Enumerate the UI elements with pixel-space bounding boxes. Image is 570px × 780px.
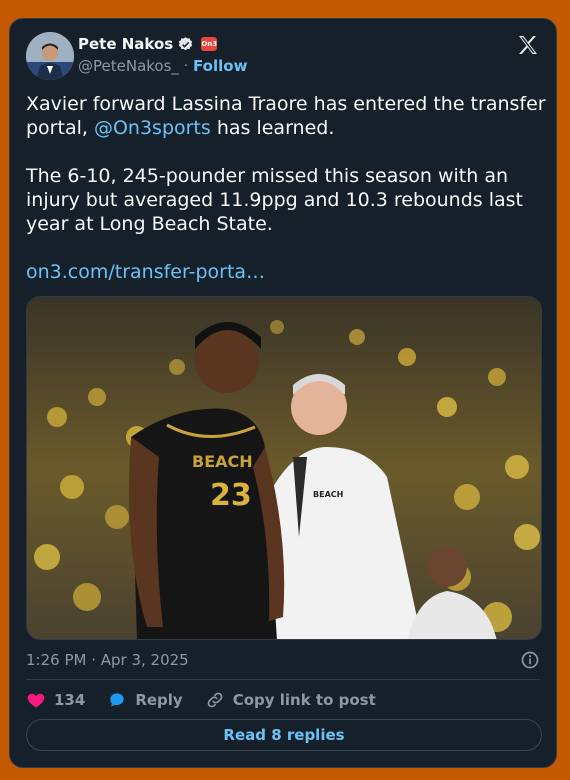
read-replies-button[interactable]: Read 8 replies bbox=[26, 719, 542, 751]
author-handle[interactable]: @PeteNakos_ bbox=[78, 57, 179, 75]
info-icon[interactable] bbox=[520, 650, 540, 670]
coach-shirt-text: BEACH bbox=[313, 490, 343, 499]
affiliation-badge[interactable]: On3 bbox=[201, 37, 218, 51]
read-replies-label: Read 8 replies bbox=[223, 726, 345, 744]
avatar[interactable] bbox=[26, 32, 74, 80]
reply-button[interactable]: Reply bbox=[107, 690, 183, 710]
like-count: 134 bbox=[54, 691, 86, 709]
copy-link-label: Copy link to post bbox=[232, 691, 376, 709]
reply-bubble-icon bbox=[110, 693, 124, 707]
like-button[interactable]: 134 bbox=[26, 690, 85, 710]
follow-button[interactable]: Follow bbox=[193, 57, 247, 75]
divider bbox=[26, 679, 540, 680]
article-link[interactable]: on3.com/transfer-porta… bbox=[26, 261, 265, 283]
verified-icon bbox=[178, 36, 193, 50]
separator-dot: · bbox=[183, 58, 189, 74]
jersey-text: BEACH bbox=[192, 452, 253, 471]
x-logo-icon[interactable] bbox=[516, 33, 540, 57]
timestamp[interactable]: 1:26 PM · Apr 3, 2025 bbox=[26, 651, 189, 669]
copy-link-button[interactable]: Copy link to post bbox=[205, 690, 376, 710]
jersey-number: 23 bbox=[210, 478, 252, 513]
tweet-photo[interactable]: BEACH BEACH 23 bbox=[26, 296, 542, 640]
tweet-card: Pete Nakos On3 @PeteNakos_ · Follow Xavi… bbox=[9, 18, 557, 768]
link-icon bbox=[207, 692, 223, 708]
reply-label: Reply bbox=[135, 691, 183, 709]
author-name[interactable]: Pete Nakos bbox=[78, 35, 173, 53]
tweet-text: Xavier forward Lassina Traore has entere… bbox=[26, 92, 546, 284]
heart-icon bbox=[27, 693, 45, 708]
mention-link[interactable]: @On3sports bbox=[94, 117, 211, 139]
